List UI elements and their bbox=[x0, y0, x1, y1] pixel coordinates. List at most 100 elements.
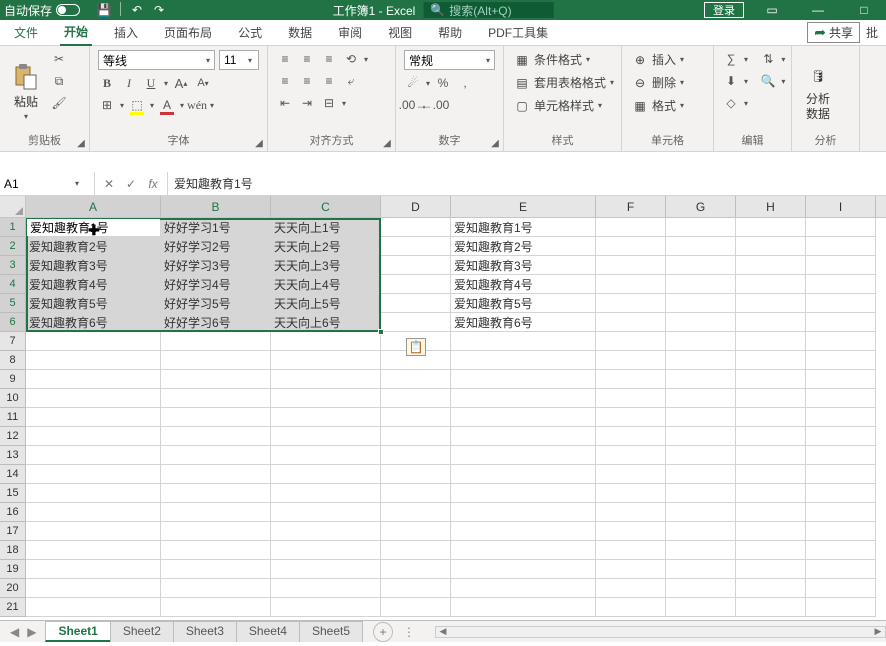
cell[interactable]: 爱知趣教育5号 bbox=[451, 294, 596, 313]
row-header[interactable]: 6 bbox=[0, 313, 26, 332]
cell[interactable] bbox=[161, 503, 271, 522]
orientation-icon[interactable]: ⟲ bbox=[342, 50, 360, 68]
bold-button[interactable]: B bbox=[98, 74, 116, 92]
cell[interactable]: 好好学习3号 bbox=[161, 256, 271, 275]
cell[interactable]: 爱知趣教育5号 bbox=[26, 294, 161, 313]
cell[interactable] bbox=[161, 427, 271, 446]
tab-file[interactable]: 文件 bbox=[10, 20, 42, 46]
cell[interactable] bbox=[806, 579, 876, 598]
column-header-H[interactable]: H bbox=[736, 196, 806, 217]
cell[interactable] bbox=[26, 522, 161, 541]
cell[interactable] bbox=[736, 522, 806, 541]
clipboard-launcher[interactable]: ◢ bbox=[75, 137, 87, 149]
number-launcher[interactable]: ◢ bbox=[489, 137, 501, 149]
sheet-tab[interactable]: Sheet4 bbox=[236, 621, 300, 642]
cell[interactable] bbox=[381, 484, 451, 503]
cell[interactable] bbox=[736, 218, 806, 237]
cell[interactable] bbox=[381, 408, 451, 427]
cell[interactable] bbox=[381, 427, 451, 446]
cell[interactable] bbox=[271, 503, 381, 522]
cell[interactable] bbox=[736, 275, 806, 294]
align-right-icon[interactable]: ≡ bbox=[320, 72, 338, 90]
cell[interactable] bbox=[666, 218, 736, 237]
cell[interactable]: 爱知趣教育6号 bbox=[26, 313, 161, 332]
cell[interactable] bbox=[736, 541, 806, 560]
cell[interactable] bbox=[806, 275, 876, 294]
tab-formulas[interactable]: 公式 bbox=[234, 20, 266, 46]
row-header[interactable]: 9 bbox=[0, 370, 26, 389]
cell[interactable] bbox=[596, 294, 666, 313]
cell[interactable] bbox=[596, 503, 666, 522]
cell[interactable] bbox=[271, 408, 381, 427]
cell[interactable] bbox=[736, 427, 806, 446]
cell[interactable] bbox=[736, 313, 806, 332]
cell[interactable] bbox=[736, 237, 806, 256]
number-format-combo[interactable]: 常规▾ bbox=[404, 50, 495, 70]
cell[interactable] bbox=[596, 465, 666, 484]
scroll-right-icon[interactable]: ▶ bbox=[871, 626, 885, 637]
cell[interactable] bbox=[26, 389, 161, 408]
cell[interactable]: 好好学习2号 bbox=[161, 237, 271, 256]
cell[interactable] bbox=[26, 351, 161, 370]
cell[interactable] bbox=[736, 351, 806, 370]
cell[interactable] bbox=[271, 541, 381, 560]
cell[interactable]: 爱知趣教育2号 bbox=[26, 237, 161, 256]
cell[interactable] bbox=[381, 579, 451, 598]
row-header[interactable]: 3 bbox=[0, 256, 26, 275]
cell[interactable] bbox=[271, 484, 381, 503]
cell[interactable] bbox=[596, 446, 666, 465]
cell[interactable] bbox=[161, 560, 271, 579]
cell[interactable] bbox=[666, 579, 736, 598]
cell[interactable] bbox=[596, 370, 666, 389]
cell[interactable] bbox=[736, 598, 806, 617]
cell[interactable] bbox=[666, 484, 736, 503]
sort-filter-icon[interactable]: ⇅ bbox=[759, 50, 777, 68]
cell[interactable]: 天天向上6号 bbox=[271, 313, 381, 332]
cell[interactable] bbox=[161, 484, 271, 503]
paste-options-button[interactable]: 📋 bbox=[406, 338, 426, 356]
cell[interactable] bbox=[736, 446, 806, 465]
cell[interactable] bbox=[666, 560, 736, 579]
cell[interactable] bbox=[381, 598, 451, 617]
tab-pdf[interactable]: PDF工具集 bbox=[484, 20, 552, 46]
format-as-table-button[interactable]: ▤套用表格格式▾ bbox=[512, 73, 616, 92]
sheet-nav-prev-icon[interactable]: ◀ bbox=[10, 625, 19, 639]
autosum-icon[interactable]: ∑ bbox=[722, 50, 740, 68]
cell[interactable] bbox=[666, 370, 736, 389]
cell[interactable] bbox=[451, 446, 596, 465]
active-cell[interactable]: 爱知趣教育1号 bbox=[27, 219, 160, 236]
column-header-G[interactable]: G bbox=[666, 196, 736, 217]
row-header[interactable]: 20 bbox=[0, 579, 26, 598]
cell[interactable] bbox=[596, 313, 666, 332]
row-header[interactable]: 2 bbox=[0, 237, 26, 256]
comments-button[interactable]: 批 bbox=[866, 24, 878, 41]
search-box[interactable]: 🔍 搜索(Alt+Q) bbox=[423, 2, 553, 18]
sheet-tab[interactable]: Sheet5 bbox=[299, 621, 363, 642]
insert-cells-button[interactable]: ⊕插入▾ bbox=[630, 50, 686, 69]
analyze-data-button[interactable]: 🛢 分析 数据 bbox=[800, 50, 836, 133]
shrink-font-icon[interactable]: A▾ bbox=[194, 74, 212, 92]
increase-indent-icon[interactable]: ⇥ bbox=[298, 94, 316, 112]
row-header[interactable]: 10 bbox=[0, 389, 26, 408]
column-header-D[interactable]: D bbox=[381, 196, 451, 217]
tab-view[interactable]: 视图 bbox=[384, 20, 416, 46]
accounting-icon[interactable]: ☄ bbox=[404, 74, 422, 92]
row-header[interactable]: 12 bbox=[0, 427, 26, 446]
cell[interactable] bbox=[381, 503, 451, 522]
cell[interactable] bbox=[26, 503, 161, 522]
cell[interactable]: 天天向上1号 bbox=[271, 218, 381, 237]
row-header[interactable]: 21 bbox=[0, 598, 26, 617]
cell[interactable] bbox=[161, 446, 271, 465]
row-header[interactable]: 11 bbox=[0, 408, 26, 427]
cell[interactable] bbox=[451, 522, 596, 541]
cell[interactable] bbox=[381, 465, 451, 484]
cell[interactable]: 爱知趣教育2号 bbox=[451, 237, 596, 256]
row-header[interactable]: 8 bbox=[0, 351, 26, 370]
cell[interactable] bbox=[806, 465, 876, 484]
align-bottom-icon[interactable]: ≡ bbox=[320, 50, 338, 68]
cell[interactable] bbox=[271, 427, 381, 446]
cell[interactable] bbox=[451, 427, 596, 446]
cell[interactable] bbox=[161, 408, 271, 427]
cell[interactable]: 天天向上5号 bbox=[271, 294, 381, 313]
fx-icon[interactable]: fx bbox=[143, 177, 163, 191]
